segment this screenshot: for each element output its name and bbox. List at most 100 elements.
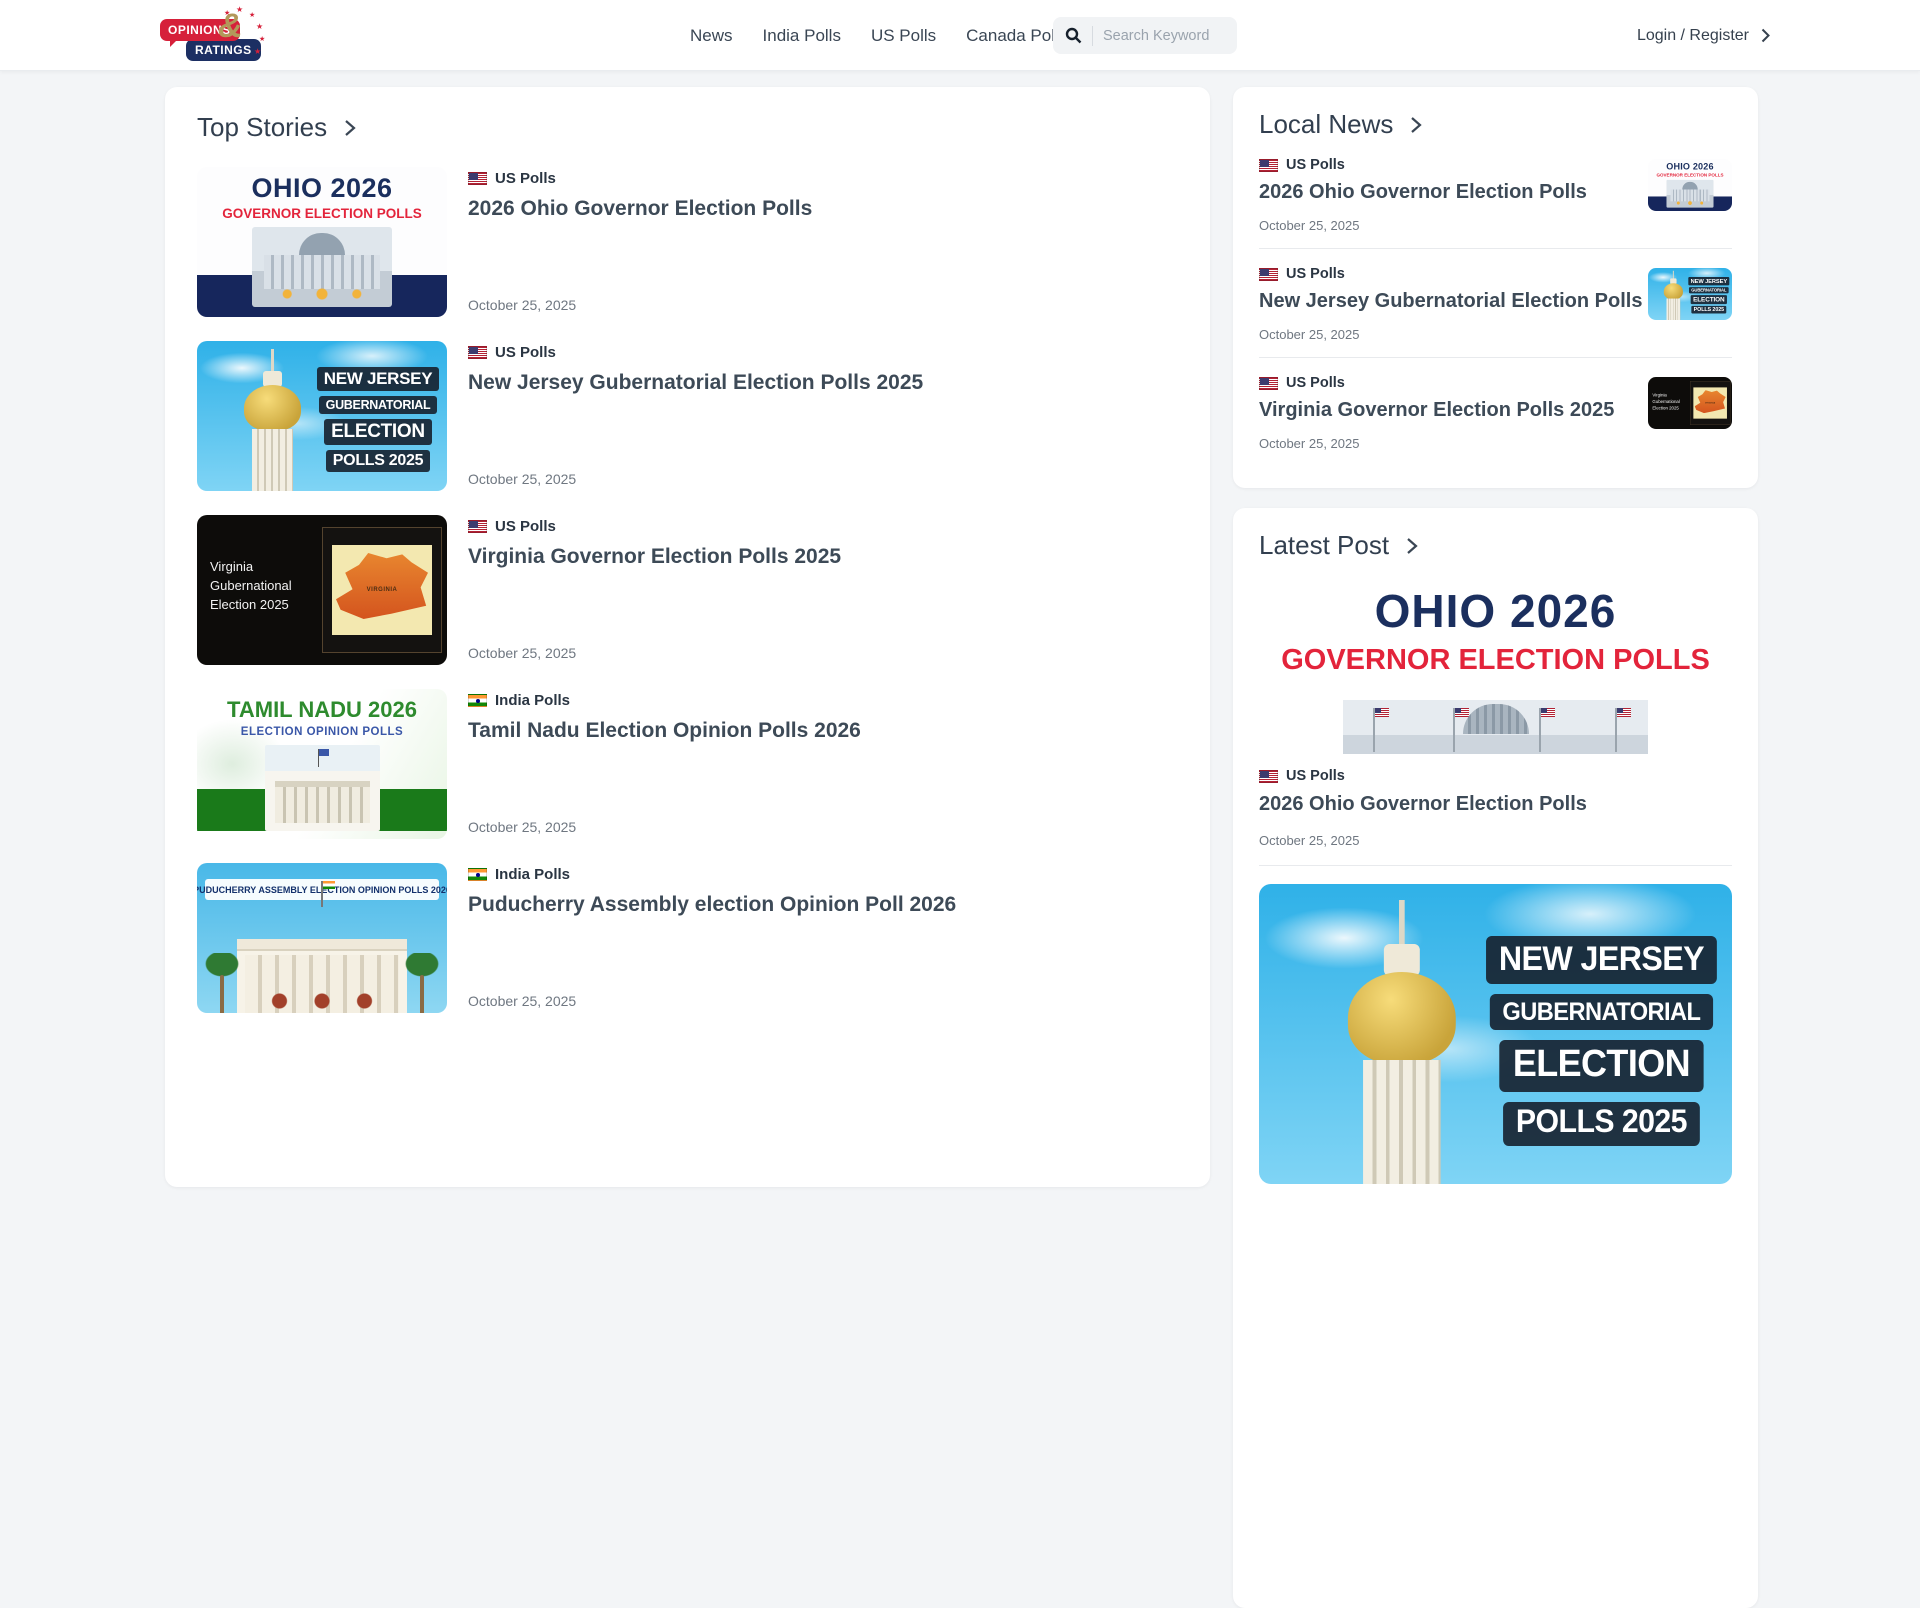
latest-post-item: US Polls 2026 Ohio Governor Election Pol… — [1259, 768, 1732, 848]
article-category[interactable]: US Polls — [468, 518, 1178, 535]
category-label: India Polls — [495, 692, 570, 709]
category-label: US Polls — [1286, 375, 1345, 391]
india-flag-icon — [468, 868, 487, 881]
thumb-text: TAMIL NADU 2026 — [197, 697, 447, 723]
article-category[interactable]: US Polls — [1259, 157, 1636, 173]
article-category[interactable]: US Polls — [1259, 266, 1636, 282]
us-flag-icon — [468, 346, 487, 359]
chevron-right-icon — [1406, 537, 1418, 555]
divider — [1259, 865, 1732, 866]
virginia-map: VIRGINIA — [322, 527, 442, 653]
local-news-header[interactable]: Local News — [1259, 109, 1732, 140]
assembly-photo — [265, 745, 380, 831]
section-title: Latest Post — [1259, 530, 1389, 561]
article-category[interactable]: US Polls — [468, 344, 1178, 361]
top-stories-header[interactable]: Top Stories — [197, 112, 1178, 143]
article-title[interactable]: 2026 Ohio Governor Election Polls — [468, 197, 1178, 221]
article-row: TAMIL NADU 2026 ELECTION OPINION POLLS I… — [197, 689, 1178, 839]
article-title[interactable]: 2026 Ohio Governor Election Polls — [1259, 181, 1636, 204]
article-title[interactable]: New Jersey Gubernatorial Election Polls … — [468, 371, 1178, 395]
article-row: PUDUCHERRY ASSEMBLY ELECTION OPINION POL… — [197, 863, 1178, 1013]
latest-post-header[interactable]: Latest Post — [1259, 530, 1732, 561]
latest-post-card: Latest Post OHIO 2026 GOVERNOR ELECTION … — [1233, 508, 1758, 1608]
logo-star-icon: ★ — [256, 22, 263, 31]
nav-item-us-polls[interactable]: US Polls — [871, 26, 936, 46]
article-date: October 25, 2025 — [1259, 327, 1636, 342]
thumb-text: GOVERNOR ELECTION POLLS — [197, 206, 447, 221]
article-category[interactable]: US Polls — [468, 170, 1178, 187]
article-category[interactable]: India Polls — [468, 866, 1178, 883]
section-title: Top Stories — [197, 112, 327, 143]
category-label: US Polls — [1286, 266, 1345, 282]
logo-star-icon: ★ — [254, 47, 261, 56]
logo-star-icon: ★ — [236, 5, 243, 14]
section-title: Local News — [1259, 109, 1393, 140]
article-category[interactable]: US Polls — [1259, 768, 1732, 784]
india-flag-icon — [468, 694, 487, 707]
article-row: OHIO 2026 GOVERNOR ELECTION POLLS US Pol… — [197, 167, 1178, 317]
assembly-building — [237, 939, 407, 1013]
latest-post-image-ohio[interactable]: OHIO 2026 GOVERNOR ELECTION POLLS — [1259, 576, 1732, 754]
article-category[interactable]: US Polls — [1259, 375, 1636, 391]
article-date: October 25, 2025 — [1259, 218, 1636, 233]
us-flag-icon — [468, 172, 487, 185]
category-label: US Polls — [1286, 768, 1345, 784]
nav-item-india-polls[interactable]: India Polls — [763, 26, 841, 46]
article-title[interactable]: 2026 Ohio Governor Election Polls — [1259, 793, 1732, 816]
article-thumbnail-ohio[interactable]: OHIO 2026 GOVERNOR ELECTION POLLS — [1648, 159, 1732, 211]
us-flag-icon — [1259, 268, 1278, 281]
chevron-right-icon — [1761, 28, 1770, 43]
category-label: US Polls — [495, 344, 556, 361]
article-title[interactable]: Virginia Governor Election Polls 2025 — [468, 545, 1178, 569]
article-date: October 25, 2025 — [468, 297, 1178, 317]
article-body: India Polls Tamil Nadu Election Opinion … — [468, 689, 1178, 839]
login-register-button[interactable]: Login / Register — [1637, 0, 1770, 71]
local-news-item: US Polls Virginia Governor Election Poll… — [1259, 357, 1732, 466]
category-label: India Polls — [495, 866, 570, 883]
article-title[interactable]: Virginia Governor Election Polls 2025 — [1259, 399, 1636, 422]
india-flag-icon — [323, 881, 335, 889]
article-date: October 25, 2025 — [1259, 833, 1732, 848]
search-bar — [1053, 17, 1237, 54]
search-icon[interactable] — [1065, 27, 1082, 44]
nav-item-news[interactable]: News — [690, 26, 733, 46]
article-body: US Polls 2026 Ohio Governor Election Pol… — [468, 167, 1178, 317]
thumb-text-group: NEW JERSEY GUBERNATORIAL ELECTION POLLS … — [317, 367, 439, 472]
site-header: OPINIONS & RATINGS ★ ★ ★ ★ ★ ★ News Indi… — [0, 0, 1920, 71]
latest-post-image-new-jersey[interactable]: NEW JERSEY GUBERNATORIAL ELECTION POLLS … — [1259, 884, 1732, 1184]
chevron-right-icon — [1410, 116, 1422, 134]
article-title[interactable]: Puducherry Assembly election Opinion Pol… — [468, 893, 1178, 917]
capitol-photo — [252, 227, 392, 307]
article-thumbnail-virginia[interactable]: Virginia Gubernational Election 2025 VIR… — [1648, 377, 1732, 429]
article-row: NEW JERSEY GUBERNATORIAL ELECTION POLLS … — [197, 341, 1178, 491]
chevron-right-icon — [344, 119, 356, 137]
article-date: October 25, 2025 — [468, 645, 1178, 665]
capitol-photo — [1343, 700, 1648, 754]
article-thumbnail-ohio[interactable]: OHIO 2026 GOVERNOR ELECTION POLLS — [197, 167, 447, 317]
thumb-text: GOVERNOR ELECTION POLLS — [1259, 644, 1732, 677]
logo-star-icon: ★ — [259, 35, 265, 43]
us-flag-icon — [1259, 377, 1278, 390]
article-thumbnail-tamil-nadu[interactable]: TAMIL NADU 2026 ELECTION OPINION POLLS — [197, 689, 447, 839]
site-logo[interactable]: OPINIONS & RATINGS ★ ★ ★ ★ ★ ★ — [160, 9, 272, 63]
article-thumbnail-puducherry[interactable]: PUDUCHERRY ASSEMBLY ELECTION OPINION POL… — [197, 863, 447, 1013]
article-category[interactable]: India Polls — [468, 692, 1178, 709]
thumb-text: OHIO 2026 — [1259, 584, 1732, 638]
local-news-item: US Polls 2026 Ohio Governor Election Pol… — [1259, 140, 1732, 248]
category-label: US Polls — [495, 170, 556, 187]
article-body: US Polls Virginia Governor Election Poll… — [468, 515, 1178, 665]
thumb-text-group: Virginia Gubernational Election 2025 — [210, 557, 292, 614]
article-date: October 25, 2025 — [468, 819, 1178, 839]
category-label: US Polls — [495, 518, 556, 535]
local-news-item: US Polls New Jersey Gubernatorial Electi… — [1259, 248, 1732, 357]
article-body: India Polls Puducherry Assembly election… — [468, 863, 1178, 1013]
top-stories-card: Top Stories OHIO 2026 GOVERNOR ELECTION … — [165, 87, 1210, 1187]
article-row: Virginia Gubernational Election 2025 VIR… — [197, 515, 1178, 665]
article-thumbnail-new-jersey[interactable]: NEW JERSEY GUBERNATORIAL ELECTION POLLS … — [1648, 268, 1732, 320]
us-flag-icon — [468, 520, 487, 533]
article-title[interactable]: Tamil Nadu Election Opinion Polls 2026 — [468, 719, 1178, 743]
search-input[interactable] — [1103, 28, 1223, 44]
article-thumbnail-new-jersey[interactable]: NEW JERSEY GUBERNATORIAL ELECTION POLLS … — [197, 341, 447, 491]
article-thumbnail-virginia[interactable]: Virginia Gubernational Election 2025 VIR… — [197, 515, 447, 665]
article-title[interactable]: New Jersey Gubernatorial Election Polls … — [1259, 290, 1636, 313]
